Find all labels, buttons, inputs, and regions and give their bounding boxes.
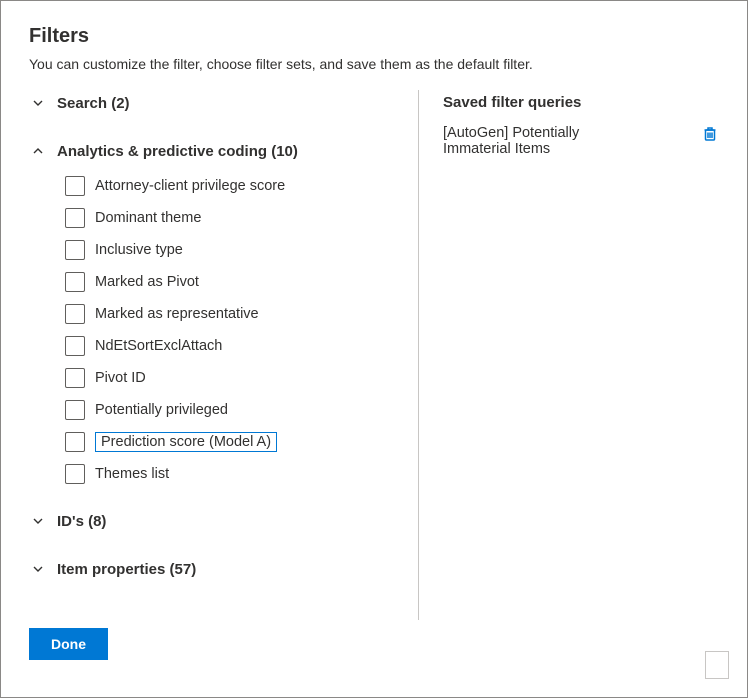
filter-group-header[interactable]: Analytics & predictive coding (10) [29,138,398,164]
filter-item-label[interactable]: Themes list [95,466,169,482]
filter-checkbox[interactable] [65,368,85,388]
filter-checkbox[interactable] [65,304,85,324]
filter-item[interactable]: Dominant theme [65,206,398,230]
dialog-footer: Done [29,628,719,660]
filter-group: Analytics & predictive coding (10) Attorn… [29,138,398,486]
filter-item[interactable]: Prediction score (Model A) [65,430,398,454]
filter-item[interactable]: Marked as Pivot [65,270,398,294]
filter-group-label: Search (2) [57,95,130,112]
filter-group: ID's (8) [29,508,398,534]
filter-item[interactable]: Attorney-client privilege score [65,174,398,198]
chevron-down-icon [29,560,47,578]
saved-query-row: [AutoGen] Potentially Immaterial Items [443,125,719,157]
done-button[interactable]: Done [29,628,108,660]
filter-item[interactable]: Marked as representative [65,302,398,326]
filter-item-label[interactable]: Potentially privileged [95,402,228,418]
filters-dialog: Filters You can customize the filter, ch… [0,0,748,698]
filter-item-label[interactable]: Marked as representative [95,306,259,322]
filter-group-header[interactable]: ID's (8) [29,508,398,534]
filter-group-label: ID's (8) [57,513,106,530]
filter-checkbox[interactable] [65,432,85,452]
filter-item-label[interactable]: Inclusive type [95,242,183,258]
filter-checkbox[interactable] [65,336,85,356]
filter-group: Search (2) [29,90,398,116]
saved-query-name[interactable]: [AutoGen] Potentially Immaterial Items [443,125,643,157]
filter-item-label[interactable]: NdEtSortExclAttach [95,338,222,354]
filter-item[interactable]: NdEtSortExclAttach [65,334,398,358]
filter-checkbox[interactable] [65,176,85,196]
filter-group: Item properties (57) [29,556,398,582]
filter-groups-column: Search (2) Analytics & predictive coding … [29,90,419,620]
filter-item-label[interactable]: Prediction score (Model A) [95,432,277,452]
filter-item-label[interactable]: Pivot ID [95,370,146,386]
filter-group-label: Item properties (57) [57,561,196,578]
filter-item-label[interactable]: Attorney-client privilege score [95,178,285,194]
filter-group-header[interactable]: Search (2) [29,90,398,116]
filter-checkbox[interactable] [65,208,85,228]
filter-item-label[interactable]: Marked as Pivot [95,274,199,290]
filter-item[interactable]: Themes list [65,462,398,486]
chevron-down-icon [29,512,47,530]
saved-queries-column: Saved filter queries [AutoGen] Potential… [419,90,719,620]
filter-checkbox[interactable] [65,272,85,292]
filter-item[interactable]: Potentially privileged [65,398,398,422]
filter-group-header[interactable]: Item properties (57) [29,556,398,582]
dialog-columns: Search (2) Analytics & predictive coding … [29,90,719,620]
filter-group-items: Attorney-client privilege score Dominant … [65,174,398,486]
dialog-title: Filters [29,25,719,48]
filter-item[interactable]: Pivot ID [65,366,398,390]
filter-checkbox[interactable] [65,464,85,484]
filter-checkbox[interactable] [65,400,85,420]
filter-item[interactable]: Inclusive type [65,238,398,262]
filter-item-label[interactable]: Dominant theme [95,210,201,226]
saved-queries-title: Saved filter queries [443,94,719,111]
chevron-up-icon [29,142,47,160]
dialog-subtitle: You can customize the filter, choose fil… [29,56,719,72]
chevron-down-icon [29,94,47,112]
delete-icon[interactable] [701,125,719,146]
filter-checkbox[interactable] [65,240,85,260]
resize-handle[interactable] [705,651,729,679]
filter-group-label: Analytics & predictive coding (10) [57,143,298,160]
